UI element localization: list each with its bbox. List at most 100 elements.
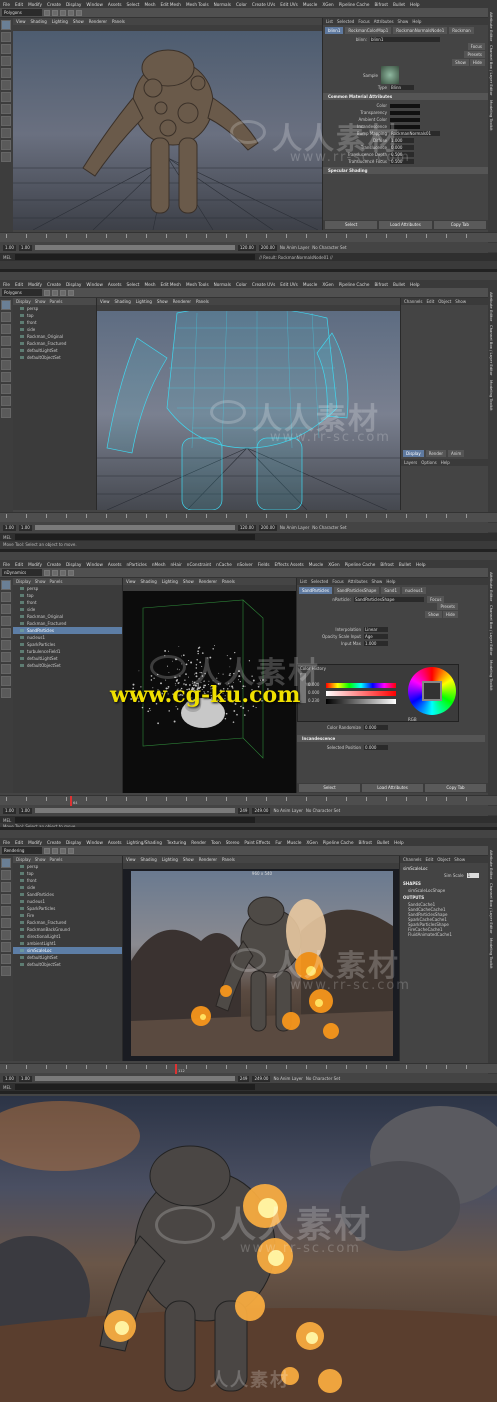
- menu-item[interactable]: Mesh Tools: [186, 2, 209, 7]
- focus-button[interactable]: Focus: [467, 43, 485, 50]
- menu-item[interactable]: Create: [47, 562, 61, 567]
- range-bar[interactable]: [34, 808, 235, 813]
- outliner-item[interactable]: defaultObjectSet: [13, 354, 96, 361]
- attribute-tab[interactable]: RockmanNormalsNode1: [393, 27, 448, 34]
- value-slider[interactable]: [326, 699, 396, 704]
- layout-icon[interactable]: [1, 396, 11, 406]
- outliner-item[interactable]: SandParticles: [13, 627, 122, 634]
- paint-tool-icon[interactable]: [1, 882, 11, 892]
- range-end-field[interactable]: 249: [237, 1075, 250, 1082]
- menu-item[interactable]: XGen: [328, 562, 339, 567]
- layout-icon[interactable]: [1, 954, 11, 964]
- outliner-menu-item[interactable]: Display: [16, 857, 31, 862]
- menu-item[interactable]: Muscle: [309, 562, 324, 567]
- viewport-menu-item[interactable]: Show: [157, 299, 168, 304]
- menu-item[interactable]: nHair: [171, 562, 182, 567]
- outliner-item[interactable]: persp: [13, 305, 96, 312]
- menu-item[interactable]: Edit: [15, 840, 23, 845]
- lasso-tool-icon[interactable]: [1, 32, 11, 42]
- show-button[interactable]: Show: [452, 59, 469, 66]
- menu-item[interactable]: Modify: [28, 282, 42, 287]
- select-button[interactable]: Select: [299, 784, 360, 792]
- menu-item[interactable]: Edit Mesh: [160, 2, 180, 7]
- outliner-item[interactable]: persp: [13, 585, 122, 592]
- timeline[interactable]: 64: [0, 795, 497, 806]
- viewport-menu-item[interactable]: Shading: [141, 579, 157, 584]
- menu-item[interactable]: nConstraint: [187, 562, 211, 567]
- viewport-menu-item[interactable]: Lighting: [52, 19, 68, 24]
- menu-item[interactable]: Paint Effects: [244, 840, 270, 845]
- menu-item[interactable]: Window: [86, 2, 103, 7]
- shelf-icon[interactable]: [60, 9, 66, 16]
- menu-item[interactable]: Edit Mesh: [160, 282, 180, 287]
- rotate-tool-icon[interactable]: [1, 628, 11, 638]
- input-max-field[interactable]: 1.000: [364, 641, 388, 646]
- shelf-icon[interactable]: [52, 9, 58, 16]
- menu-item[interactable]: Bifrost: [374, 282, 388, 287]
- attribute-tab[interactable]: SandParticlesShape: [333, 587, 380, 594]
- presets-button[interactable]: Presets: [464, 51, 485, 58]
- timeline[interactable]: [0, 512, 497, 522]
- anim-layer-label[interactable]: No Anim Layer: [273, 808, 302, 813]
- viewport-menu-item[interactable]: Shading: [141, 857, 157, 862]
- menu-item[interactable]: Lighting/Shading: [127, 840, 162, 845]
- menu-item[interactable]: Create UVs: [252, 2, 275, 7]
- menu-item[interactable]: Muscle: [303, 282, 318, 287]
- outliner-item[interactable]: Fire: [13, 912, 122, 919]
- outliner-item[interactable]: SparkParticles: [13, 641, 122, 648]
- paint-tool-icon[interactable]: [1, 604, 11, 614]
- rotate-tool-icon[interactable]: [1, 906, 11, 916]
- attribute-menu-item[interactable]: Show: [372, 579, 383, 584]
- mode-select[interactable]: Polygons: [2, 9, 42, 16]
- shelf-icon[interactable]: [76, 9, 82, 16]
- menu-item[interactable]: Display: [66, 562, 81, 567]
- range-bar[interactable]: [34, 1076, 235, 1081]
- shelf-icon[interactable]: [68, 847, 74, 854]
- menu-item[interactable]: Toon: [211, 840, 221, 845]
- rgb-mode-dropdown[interactable]: RGB: [408, 717, 438, 722]
- menu-item[interactable]: Effects Assets: [275, 562, 304, 567]
- range-start-field-2[interactable]: 1.00: [18, 244, 32, 251]
- menu-item[interactable]: Modify: [28, 2, 42, 7]
- copy-tab-button[interactable]: Copy Tab: [425, 784, 486, 792]
- color-chooser[interactable]: Color History 0.000 0.000 0.230 RGB: [297, 664, 459, 722]
- menu-item[interactable]: Window: [86, 840, 103, 845]
- type-dropdown[interactable]: Blinn: [390, 85, 414, 90]
- outliner-menu-item[interactable]: Show: [35, 857, 46, 862]
- viewport-menu-item[interactable]: Panels: [196, 299, 209, 304]
- range-start-field-2[interactable]: 1.00: [18, 1075, 32, 1082]
- outliner-item[interactable]: defaultObjectSet: [13, 961, 122, 968]
- shelf-icon[interactable]: [68, 569, 74, 576]
- load-attributes-button[interactable]: Load Attributes: [379, 221, 432, 229]
- outliner-item[interactable]: simScaleLoc: [13, 947, 122, 954]
- menu-item[interactable]: XGen: [322, 282, 333, 287]
- menu-item[interactable]: Texturing: [167, 840, 186, 845]
- hide-button[interactable]: Hide: [442, 611, 458, 618]
- viewport-menu-item[interactable]: Lighting: [162, 579, 178, 584]
- layout-icon[interactable]: [1, 116, 11, 126]
- viewport-menu-item[interactable]: Renderer: [199, 857, 217, 862]
- menu-item[interactable]: nMesh: [152, 562, 166, 567]
- channel-menu-item[interactable]: Show: [455, 299, 466, 304]
- mode-select[interactable]: nDynamics: [2, 569, 42, 576]
- side-tab[interactable]: Attribute Editor: [489, 850, 494, 879]
- side-tab[interactable]: Channel Box / Layer Editor: [489, 45, 494, 96]
- mode-select[interactable]: Rendering: [2, 847, 42, 854]
- outliner-item[interactable]: directionalLight1: [13, 933, 122, 940]
- outliner-item[interactable]: Rockman_Original: [13, 613, 122, 620]
- layout-icon[interactable]: [1, 930, 11, 940]
- attribute-menu-item[interactable]: Attributes: [374, 19, 394, 24]
- scale-tool-icon[interactable]: [1, 918, 11, 928]
- menu-item[interactable]: Mesh Tools: [186, 282, 209, 287]
- menu-item[interactable]: Color: [236, 2, 247, 7]
- menu-item[interactable]: Bifrost: [374, 2, 388, 7]
- rotate-tool-icon[interactable]: [1, 68, 11, 78]
- menu-item[interactable]: File: [3, 282, 10, 287]
- outliner-item[interactable]: top: [13, 592, 122, 599]
- viewport-menu-item[interactable]: Panels: [112, 19, 125, 24]
- layer-tab[interactable]: Anim: [448, 450, 465, 457]
- select-tool-icon[interactable]: [1, 20, 11, 30]
- command-input[interactable]: [15, 534, 256, 540]
- menu-item[interactable]: Muscle: [303, 2, 318, 7]
- side-tab[interactable]: Attribute Editor: [489, 292, 494, 321]
